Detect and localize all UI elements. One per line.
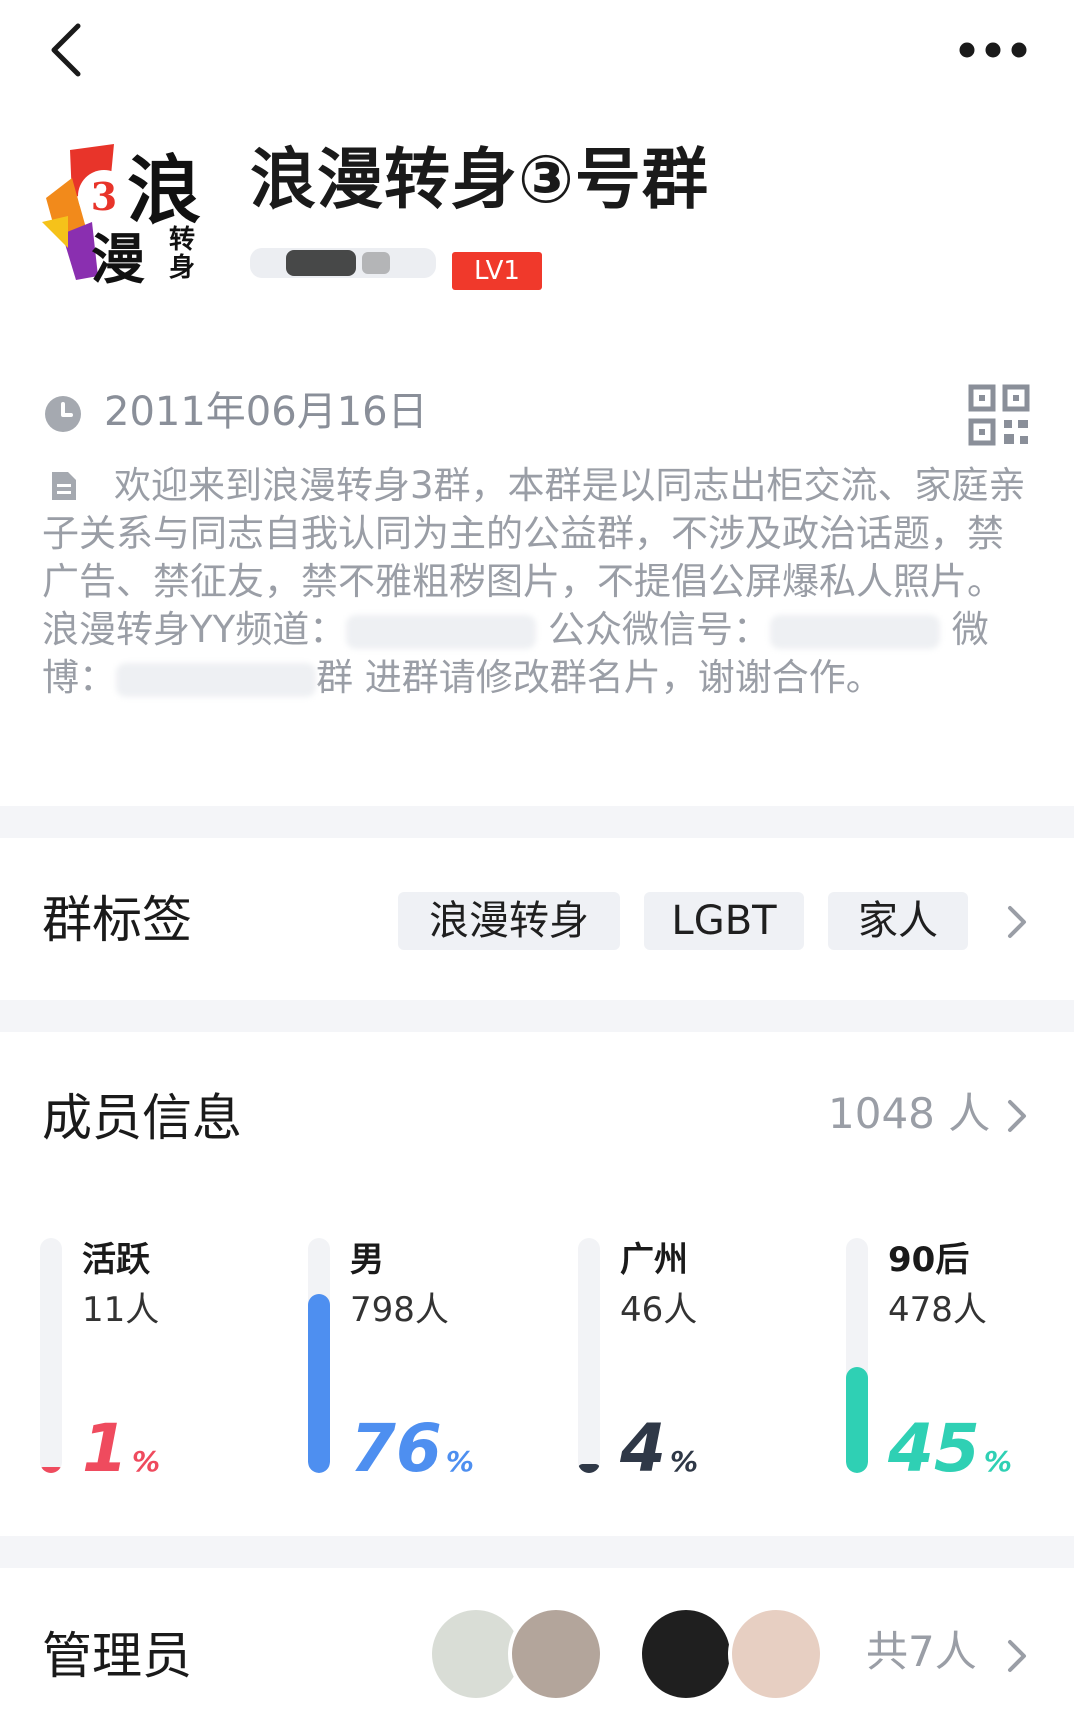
group-avatar[interactable]: 3 浪 漫 转 身 bbox=[42, 138, 212, 291]
admin-avatar bbox=[728, 1606, 824, 1702]
tags-label: 群标签 bbox=[42, 891, 192, 949]
admin-avatar bbox=[638, 1606, 734, 1702]
stat-fill bbox=[40, 1467, 62, 1473]
group-name: 浪漫转身③号群 bbox=[250, 141, 709, 218]
redacted-yy-channel bbox=[346, 614, 537, 649]
qr-code-icon[interactable] bbox=[968, 384, 1030, 446]
stat-track bbox=[308, 1238, 330, 1473]
more-horizontal-icon bbox=[959, 42, 1027, 58]
stat-label: 活跃 bbox=[82, 1240, 150, 1280]
stat-track bbox=[578, 1238, 600, 1473]
description-text: 群 进群请修改群名片，谢谢合作。 bbox=[316, 656, 883, 699]
back-button[interactable] bbox=[34, 20, 104, 90]
tag-item: 家人 bbox=[828, 892, 968, 950]
chevron-right-icon[interactable] bbox=[1004, 1636, 1030, 1676]
stat-label: 广州 bbox=[620, 1240, 688, 1280]
tag-item: LGBT bbox=[644, 892, 804, 950]
svg-text:转: 转 bbox=[169, 225, 195, 255]
stat-count: 46人 bbox=[620, 1290, 698, 1330]
stat-percent: 4% bbox=[620, 1410, 698, 1487]
stat-city[interactable]: 广州 46人 4% bbox=[578, 1238, 838, 1484]
stat-label: 90后 bbox=[888, 1240, 970, 1280]
stat-fill bbox=[308, 1294, 330, 1473]
stat-active[interactable]: 活跃 11人 1% bbox=[40, 1238, 300, 1484]
stat-percent: 76% bbox=[350, 1410, 474, 1487]
stat-count: 478人 bbox=[888, 1290, 987, 1330]
stat-percent: 1% bbox=[82, 1410, 160, 1487]
admins-label: 管理员 bbox=[42, 1627, 192, 1685]
more-button[interactable] bbox=[955, 30, 1055, 70]
admin-count: 共7人 bbox=[866, 1627, 977, 1676]
stat-track bbox=[40, 1238, 62, 1473]
group-description: 欢迎来到浪漫转身3群，本群是以同志出柜交流、家庭亲子关系与同志自我认同为主的公益… bbox=[42, 462, 1038, 702]
stat-male[interactable]: 男 798人 76% bbox=[308, 1238, 568, 1484]
member-count: 1048 人 bbox=[828, 1089, 991, 1138]
stat-percent: 45% bbox=[888, 1410, 1012, 1487]
level-badge: LV1 bbox=[452, 252, 542, 290]
stat-fill bbox=[578, 1464, 600, 1473]
svg-text:漫: 漫 bbox=[91, 227, 145, 288]
stat-fill bbox=[846, 1367, 868, 1473]
group-id-redacted bbox=[250, 242, 436, 284]
section-divider bbox=[0, 806, 1074, 838]
svg-text:浪: 浪 bbox=[127, 148, 201, 234]
clock-icon bbox=[44, 395, 82, 433]
redacted-weibo bbox=[116, 662, 316, 697]
document-icon bbox=[50, 466, 78, 500]
stat-count: 11人 bbox=[82, 1290, 160, 1330]
tag-item: 浪漫转身 bbox=[398, 892, 620, 950]
stat-post90[interactable]: 90后 478人 45% bbox=[846, 1238, 1074, 1484]
section-divider bbox=[0, 1536, 1074, 1568]
description-text: 公众微信号： bbox=[536, 608, 770, 651]
chevron-right-icon[interactable] bbox=[1004, 902, 1030, 942]
chevron-right-icon[interactable] bbox=[1004, 1096, 1030, 1136]
stat-track bbox=[846, 1238, 868, 1473]
svg-text:3: 3 bbox=[91, 174, 117, 219]
redacted-wechat-account bbox=[769, 614, 940, 649]
svg-text:身: 身 bbox=[169, 252, 195, 283]
created-date: 2011年06月16日 bbox=[104, 389, 428, 435]
members-label: 成员信息 bbox=[42, 1089, 242, 1147]
stat-count: 798人 bbox=[350, 1290, 449, 1330]
stat-label: 男 bbox=[350, 1240, 384, 1280]
admin-avatar bbox=[508, 1606, 604, 1702]
chevron-left-icon bbox=[51, 23, 81, 77]
admin-avatars bbox=[428, 1606, 828, 1702]
section-divider bbox=[0, 1000, 1074, 1032]
